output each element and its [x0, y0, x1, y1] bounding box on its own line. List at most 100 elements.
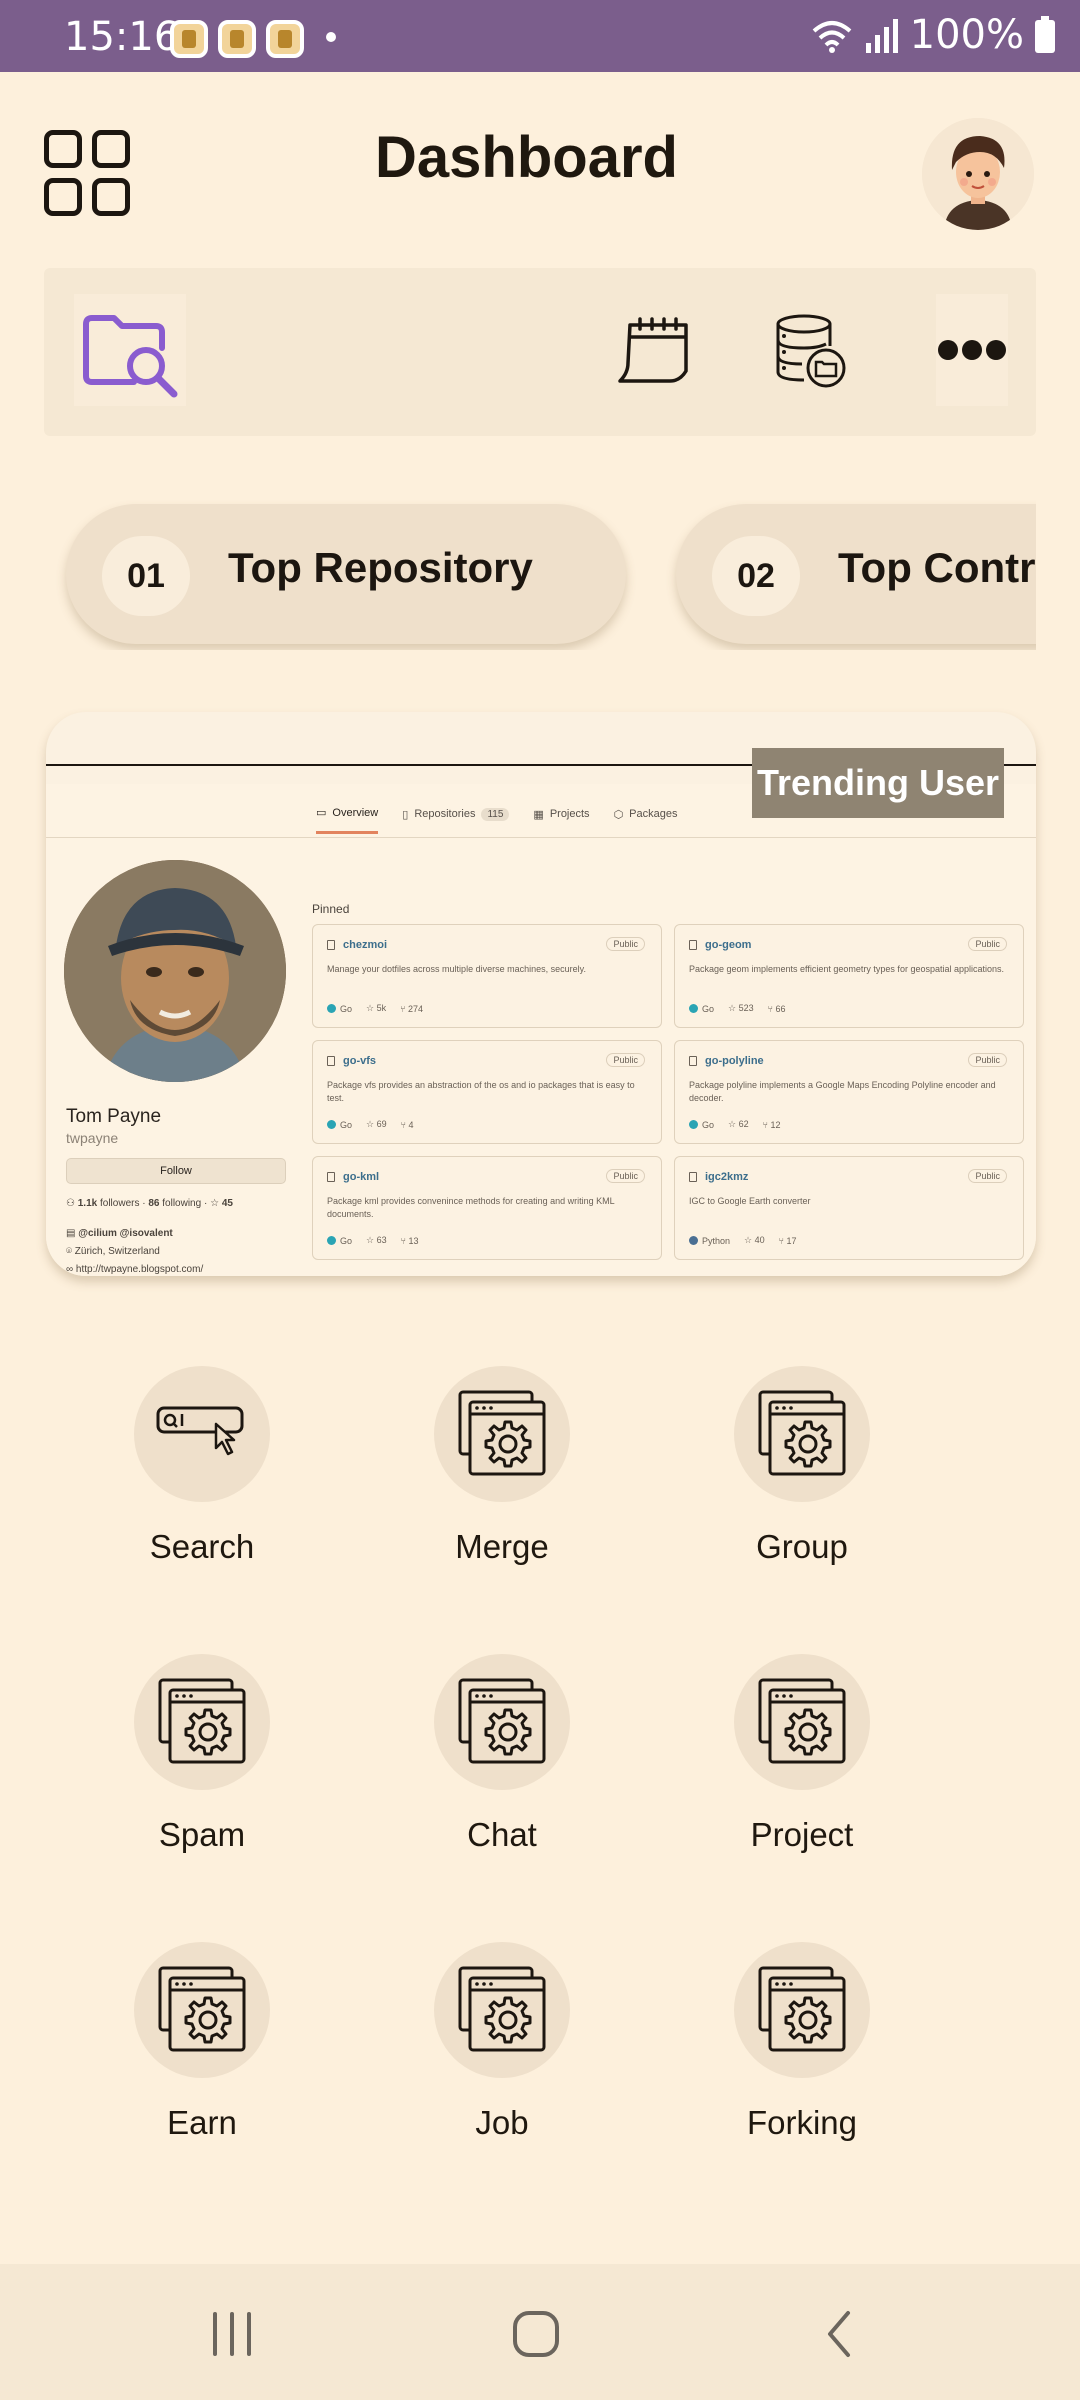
repo-forks: ⑂ 17: [779, 1236, 797, 1246]
calendar-button[interactable]: [614, 294, 694, 406]
repo-forks: ⑂ 66: [768, 1004, 786, 1014]
location-icon: ⌾: [66, 1246, 72, 1257]
forks-count: 17: [786, 1235, 797, 1246]
feature-label: Project: [750, 1816, 854, 1853]
fork-icon: ⑂: [400, 1119, 409, 1130]
profile-tabs: ▭ Overview ▯ Repositories 115 ▦ Projects…: [316, 806, 677, 834]
repo-count: 115: [481, 807, 510, 821]
public-badge: Public: [606, 1053, 645, 1067]
signal-icon: [865, 19, 898, 53]
quick-toolbar: [44, 268, 1036, 436]
trending-user-card[interactable]: ▭ Overview ▯ Repositories 115 ▦ Projects…: [46, 712, 1036, 1276]
star-icon: ☆: [728, 1119, 739, 1129]
browser-gear-icon: [458, 1966, 546, 2052]
user-avatar[interactable]: [922, 118, 1034, 230]
status-bar: 15:16 100%: [0, 0, 1080, 72]
feature-icon-circle: [134, 1366, 270, 1502]
repo-icon: [327, 1172, 335, 1182]
feature-label: Job: [475, 2104, 529, 2141]
language-label: Go: [702, 1003, 715, 1014]
pinned-repo-card: go-kml Public Package kml provides conveni…: [312, 1156, 662, 1260]
repo-description: Manage your dotfiles across multiple div…: [327, 964, 586, 974]
repo-language: Go: [689, 1119, 715, 1130]
feature-job[interactable]: Job: [372, 1942, 632, 2142]
feature-merge[interactable]: Merge: [372, 1366, 632, 1566]
feature-search[interactable]: Search: [72, 1366, 332, 1566]
browser-gear-icon: [158, 1678, 246, 1764]
star-icon: ☆: [210, 1198, 220, 1209]
profile-org: ▤ @cilium @isovalent: [66, 1228, 173, 1239]
tab-label: Packages: [629, 808, 678, 820]
folder-search-button[interactable]: [74, 294, 186, 406]
repo-name: go-kml: [343, 1171, 380, 1183]
stars-count: 62: [738, 1119, 749, 1129]
star-icon: ☆: [728, 1003, 739, 1013]
book-icon: ▭: [316, 807, 327, 819]
feature-project[interactable]: Project: [672, 1654, 932, 1854]
stars-count: 45: [221, 1198, 233, 1209]
feature-icon-circle: [434, 1366, 570, 1502]
feature-label: Spam: [158, 1816, 246, 1853]
feature-spam[interactable]: Spam: [72, 1654, 332, 1854]
repo-language: Go: [327, 1119, 352, 1130]
feature-group[interactable]: Group: [672, 1366, 932, 1566]
fork-icon: ⑂: [400, 1003, 409, 1014]
page-title: Dashboard: [375, 125, 678, 190]
recents-button[interactable]: [192, 2304, 272, 2364]
pinned-repo-card: go-vfs Public Package vfs provides an abst…: [312, 1040, 662, 1144]
wifi-icon: [812, 21, 851, 53]
profile-photo: [64, 860, 286, 1082]
repo-description: IGC to Google Earth converter: [689, 1196, 811, 1206]
repo-name: chezmoi: [343, 939, 388, 951]
browser-gear-icon: [758, 1390, 846, 1476]
feature-forking[interactable]: Forking: [672, 1942, 932, 2142]
repo-stars: ☆ 63: [366, 1235, 387, 1246]
pill-number: 01: [102, 536, 190, 616]
repo-description: Package vfs provides an abstraction of t…: [327, 1080, 635, 1103]
following-label: following: [162, 1198, 202, 1209]
profile-location: ⌾ Zürich, Switzerland: [66, 1246, 160, 1257]
trending-user-badge: Trending User: [752, 748, 1004, 818]
fork-icon: ⑂: [778, 1235, 787, 1246]
repo-forks: ⑂ 12: [763, 1120, 781, 1130]
feature-earn[interactable]: Earn: [72, 1942, 332, 2142]
followers-label: followers: [100, 1198, 140, 1209]
feature-icon-circle: [134, 1654, 270, 1790]
fork-icon: ⑂: [400, 1235, 409, 1246]
forks-count: 4: [408, 1119, 414, 1130]
stars-count: 40: [754, 1235, 765, 1245]
home-button[interactable]: [496, 2304, 576, 2364]
more-button[interactable]: [936, 294, 1008, 406]
org-text: @cilium @isovalent: [78, 1228, 173, 1239]
database-icon: [776, 314, 846, 388]
feature-icon-circle: [734, 1942, 870, 2078]
feature-chat[interactable]: Chat: [372, 1654, 632, 1854]
pill-top-repository[interactable]: 01 Top Repository: [66, 504, 626, 644]
repo-description: Package geom implements efficient geomet…: [689, 964, 1005, 974]
pill-label: Top Repository: [228, 544, 533, 591]
pill-top-contributor[interactable]: 02 Top Contrib: [676, 504, 1036, 644]
star-icon: ☆: [366, 1003, 377, 1013]
app-notification-icon: [218, 20, 256, 58]
repo-stars: ☆ 523: [728, 1003, 754, 1014]
language-label: Go: [702, 1119, 715, 1130]
repo-language: Go: [327, 1003, 352, 1014]
feature-label: Earn: [167, 2104, 237, 2141]
database-button[interactable]: [770, 294, 850, 406]
category-pills: 01 Top Repository 02 Top Contrib: [44, 500, 1036, 650]
building-icon: ▤: [66, 1228, 76, 1239]
repo-icon: ▯: [402, 808, 409, 821]
forks-count: 13: [408, 1235, 419, 1246]
public-badge: Public: [968, 1053, 1007, 1067]
profile-name: Tom Payne: [66, 1106, 162, 1127]
pinned-label: Pinned: [312, 902, 350, 916]
back-button[interactable]: [800, 2304, 880, 2364]
forks-count: 274: [408, 1003, 424, 1014]
feature-icon-circle: [434, 1654, 570, 1790]
pill-label: Top Contrib: [838, 544, 1036, 591]
tab-packages: ⬡ Packages: [614, 806, 678, 834]
language-dot-icon: [327, 1003, 336, 1013]
forks-count: 66: [775, 1003, 786, 1014]
repo-name: go-polyline: [705, 1055, 764, 1067]
star-icon: ☆: [744, 1235, 755, 1245]
